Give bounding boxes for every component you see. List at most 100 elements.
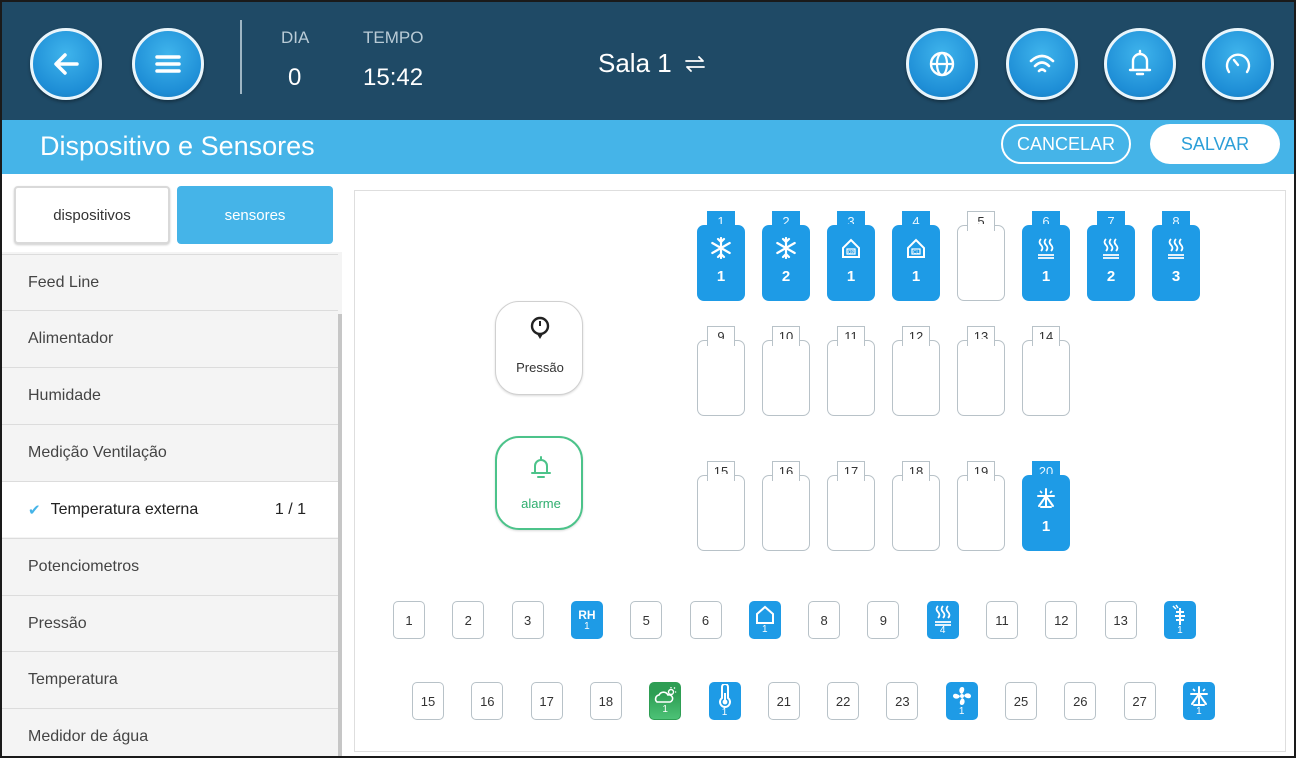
analog-input[interactable]: 18: [589, 682, 622, 720]
cancel-button[interactable]: CANCELAR: [1001, 124, 1131, 164]
sidebar-item-feed-line[interactable]: Feed Line: [2, 254, 338, 310]
analog-input[interactable]: 5: [630, 601, 663, 639]
relay-slot[interactable]: 19: [957, 461, 1005, 551]
app-frame: DIA 0 TEMPO 15:42 Sala 1 Dispositivo e S…: [0, 0, 1296, 758]
analog-input[interactable]: 12: [1045, 601, 1078, 639]
analog-input[interactable]: 6: [689, 601, 722, 639]
relay-slot[interactable]: 10: [762, 326, 810, 416]
pressure-gauge-icon: [530, 316, 550, 339]
analog-input-number: 17: [539, 693, 554, 709]
wifi-icon: [1029, 54, 1055, 73]
room-selector[interactable]: Sala 1: [598, 48, 708, 79]
relay-slot-tab-joint: [773, 339, 799, 342]
analog-input-sprinkler[interactable]: 1: [1182, 682, 1215, 720]
relay-slot-number: 5: [967, 211, 995, 231]
relay-slot-number: 9: [707, 326, 735, 346]
pressure-sensor-card[interactable]: Pressão: [495, 301, 583, 395]
analog-input-index: 1: [721, 707, 728, 718]
tab-sensors[interactable]: sensores: [177, 186, 333, 244]
sidebar-item-label: Potenciometros: [28, 557, 140, 575]
analog-input[interactable]: 23: [886, 682, 919, 720]
analog-input-fan[interactable]: 1: [945, 682, 978, 720]
analog-input[interactable]: 3: [511, 601, 544, 639]
analog-input-number: 18: [598, 693, 614, 709]
sidebar-scrollbar[interactable]: [338, 314, 342, 756]
analog-input[interactable]: 11: [986, 601, 1018, 639]
relay-slot-body: [762, 340, 810, 416]
relay-slot[interactable]: 20 1: [1022, 461, 1070, 551]
analog-input[interactable]: 26: [1064, 682, 1097, 720]
sidebar-item-humidade[interactable]: Humidade: [2, 367, 338, 423]
analog-input[interactable]: 17: [530, 682, 563, 720]
analog-input-heater[interactable]: 4: [926, 601, 959, 639]
analog-input[interactable]: 16: [471, 682, 504, 720]
gauge-button[interactable]: [1202, 28, 1274, 100]
analog-input-index: 1: [958, 706, 965, 717]
sidebar-item-alimentador[interactable]: Alimentador: [2, 310, 338, 366]
relay-slot[interactable]: 15: [697, 461, 745, 551]
sidebar-item-medidor-de-agua[interactable]: Medidor de água: [2, 708, 338, 756]
sidebar-item-temperatura[interactable]: Temperatura: [2, 651, 338, 707]
save-button[interactable]: SALVAR: [1150, 124, 1280, 164]
analog-input[interactable]: 2: [452, 601, 485, 639]
relay-slot[interactable]: 14: [1022, 326, 1070, 416]
analog-input[interactable]: 15: [412, 682, 444, 720]
heater-icon: [1152, 237, 1200, 264]
relay-slot[interactable]: 18: [892, 461, 940, 551]
analog-input[interactable]: 25: [1005, 682, 1037, 720]
back-button[interactable]: [30, 28, 102, 100]
thermometer-icon: [718, 683, 732, 708]
globe-icon: [929, 51, 955, 77]
menu-button[interactable]: [132, 28, 204, 100]
sidebar-item-label: Medidor de água: [28, 727, 149, 745]
relay-slot-index: 1: [911, 268, 921, 285]
relay-slot[interactable]: 17: [827, 461, 875, 551]
relay-slot[interactable]: 22: [762, 211, 810, 301]
relay-slot-number: 10: [772, 326, 800, 346]
analog-input[interactable]: 13: [1104, 601, 1137, 639]
day-value: 0: [288, 64, 302, 91]
relay-slot[interactable]: 72: [1087, 211, 1135, 301]
relay-slot[interactable]: 11: [827, 326, 875, 416]
analog-input[interactable]: 1: [393, 601, 425, 639]
alarm-card[interactable]: alarme: [495, 436, 583, 530]
relay-slot-number: 3: [837, 211, 865, 231]
sidebar-item-count: 1 / 1: [274, 501, 306, 518]
relay-slot[interactable]: 13: [957, 326, 1005, 416]
relay-slot-index: 2: [781, 268, 791, 285]
language-button[interactable]: [906, 28, 978, 100]
relay-slot-index: 3: [1171, 268, 1181, 285]
analog-input-fogger[interactable]: 1: [1163, 601, 1196, 639]
analog-input-thermometer[interactable]: 1: [708, 682, 741, 720]
sidebar-item-temperatura-externa[interactable]: ✔ Temperatura externa 1 / 1: [2, 481, 338, 537]
relay-slot[interactable]: 12: [892, 326, 940, 416]
alarm-button[interactable]: [1104, 28, 1176, 100]
analog-input[interactable]: 22: [827, 682, 860, 720]
analog-input[interactable]: 9: [867, 601, 900, 639]
view-toggle: dispositivos sensores: [2, 176, 342, 252]
sidebar-item-label: Feed Line: [28, 273, 100, 291]
relay-slot[interactable]: 11: [697, 211, 745, 301]
tab-devices[interactable]: dispositivos: [14, 186, 170, 244]
analog-input[interactable]: 27: [1123, 682, 1156, 720]
relay-slot[interactable]: 9: [697, 326, 745, 416]
analog-input-rh[interactable]: RH 1: [570, 601, 603, 639]
analog-input[interactable]: 8: [808, 601, 841, 639]
relay-slot[interactable]: 3 OP 1: [827, 211, 875, 301]
analog-input-inlet[interactable]: 1: [748, 601, 781, 639]
relay-slot[interactable]: 61: [1022, 211, 1070, 301]
relay-slot[interactable]: 83: [1152, 211, 1200, 301]
relay-slot-number: 17: [837, 461, 865, 481]
analog-input[interactable]: 21: [767, 682, 800, 720]
relay-slot[interactable]: 5: [957, 211, 1005, 301]
analog-input-outside-weather[interactable]: 1: [649, 682, 682, 720]
analog-input-index: 1: [762, 624, 768, 635]
relay-slot[interactable]: 16: [762, 461, 810, 551]
alarm-card-label: alarme: [521, 496, 561, 511]
relay-slot[interactable]: 4 CL 1: [892, 211, 940, 301]
fan-icon: [951, 685, 973, 707]
sidebar-item-medicao-ventilacao[interactable]: Medição Ventilação: [2, 424, 338, 480]
sidebar-item-pressao[interactable]: Pressão: [2, 595, 338, 651]
network-button[interactable]: [1006, 28, 1078, 100]
sidebar-item-potenciometros[interactable]: Potenciometros: [2, 538, 338, 594]
